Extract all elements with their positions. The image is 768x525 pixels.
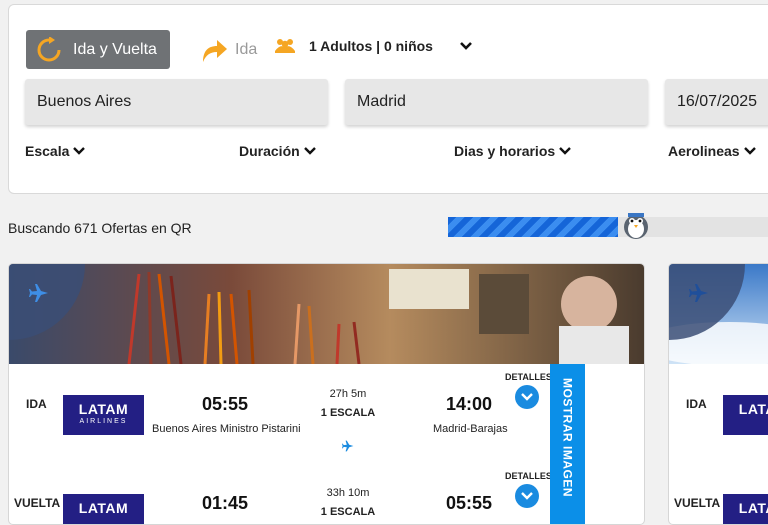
- flight-duration: 33h 10m: [326, 487, 370, 499]
- round-trip-button[interactable]: Ida y Vuelta: [26, 30, 170, 69]
- result-card[interactable]: IDA LATAM VUELTA LATAM: [668, 263, 768, 525]
- round-trip-label: Ida y Vuelta: [73, 40, 157, 58]
- departure-time: 01:45: [202, 493, 249, 513]
- filter-stops[interactable]: Escala: [25, 143, 86, 159]
- departure-airport: Buenos Aires Ministro Pistarini: [152, 423, 301, 435]
- arrival-time: 05:55: [446, 493, 493, 513]
- date-value: 16/07/2025: [677, 93, 758, 110]
- filter-airlines[interactable]: Aerolineas: [668, 143, 756, 159]
- origin-value: Buenos Aires: [37, 93, 132, 110]
- details-button[interactable]: [515, 484, 539, 508]
- chevron-down-icon: [521, 393, 533, 401]
- filter-days-label: Dias y horarios: [454, 143, 556, 159]
- destination-photo: [9, 264, 644, 364]
- chevron-down-icon: [73, 147, 86, 155]
- departure-time: 05:55: [202, 394, 249, 414]
- airline-name: LATAM: [738, 401, 768, 417]
- flight-badge: [669, 264, 745, 340]
- chevron-down-icon: [303, 147, 316, 155]
- passengers-label: 1 Adultos | 0 niños: [309, 38, 433, 54]
- refresh-icon: [37, 36, 61, 61]
- search-panel: Ida y Vuelta Ida 1 Adultos | 0 niños Bue…: [8, 4, 768, 194]
- progress-fill: [448, 217, 618, 237]
- search-status: Buscando 671 Ofertas en QR: [8, 220, 192, 236]
- stops-count: 1 ESCALA: [320, 407, 376, 419]
- outbound-label: IDA: [26, 397, 47, 411]
- destination-field[interactable]: Madrid: [345, 79, 648, 125]
- details-label: DETALLES: [505, 471, 552, 481]
- inbound-label: VUELTA: [674, 496, 721, 510]
- search-progress-bar: [448, 217, 768, 237]
- filter-duration[interactable]: Duración: [239, 143, 316, 159]
- destination-value: Madrid: [357, 93, 406, 110]
- airline-logo: LATAM: [63, 494, 144, 524]
- airline-logo: LATAM: [723, 494, 768, 524]
- flight-badge: [9, 264, 85, 340]
- forward-arrow-icon: [203, 40, 227, 62]
- details-label: DETALLES: [505, 372, 552, 382]
- mascot-icon: [624, 213, 648, 239]
- filter-duration-label: Duración: [239, 143, 300, 159]
- chevron-down-icon: [559, 147, 572, 155]
- arrival-time: 14:00: [446, 394, 493, 414]
- one-way-label: Ida: [235, 41, 258, 58]
- filter-airlines-label: Aerolineas: [668, 143, 740, 159]
- origin-field[interactable]: Buenos Aires: [25, 79, 328, 125]
- inbound-label: VUELTA: [14, 496, 61, 510]
- filter-stops-label: Escala: [25, 143, 70, 159]
- date-field[interactable]: 16/07/2025: [665, 79, 768, 125]
- airplane-icon: [342, 440, 354, 452]
- outbound-label: IDA: [686, 397, 707, 411]
- people-icon: [275, 39, 295, 53]
- airline-logo: LATAM AIRLINES: [63, 395, 144, 435]
- arrival-airport: Madrid-Barajas: [433, 423, 508, 435]
- show-image-button[interactable]: MOSTRAR IMAGEN: [550, 364, 585, 524]
- airline-logo: LATAM: [723, 395, 768, 435]
- airline-subtitle: AIRLINES: [79, 418, 128, 425]
- chevron-down-icon: [743, 147, 756, 155]
- one-way-option[interactable]: Ida: [199, 36, 257, 64]
- stops-count: 1 ESCALA: [320, 506, 376, 518]
- result-card[interactable]: IDA LATAM AIRLINES 05:55 Buenos Aires Mi…: [8, 263, 645, 525]
- chevron-down-icon: [460, 42, 472, 50]
- airline-name: LATAM: [78, 401, 129, 417]
- passengers-selector[interactable]: 1 Adultos | 0 niños: [275, 38, 473, 54]
- flight-duration: 27h 5m: [329, 388, 367, 400]
- details-button[interactable]: [515, 385, 539, 409]
- chevron-down-icon: [521, 492, 533, 500]
- filter-days[interactable]: Dias y horarios: [454, 143, 572, 159]
